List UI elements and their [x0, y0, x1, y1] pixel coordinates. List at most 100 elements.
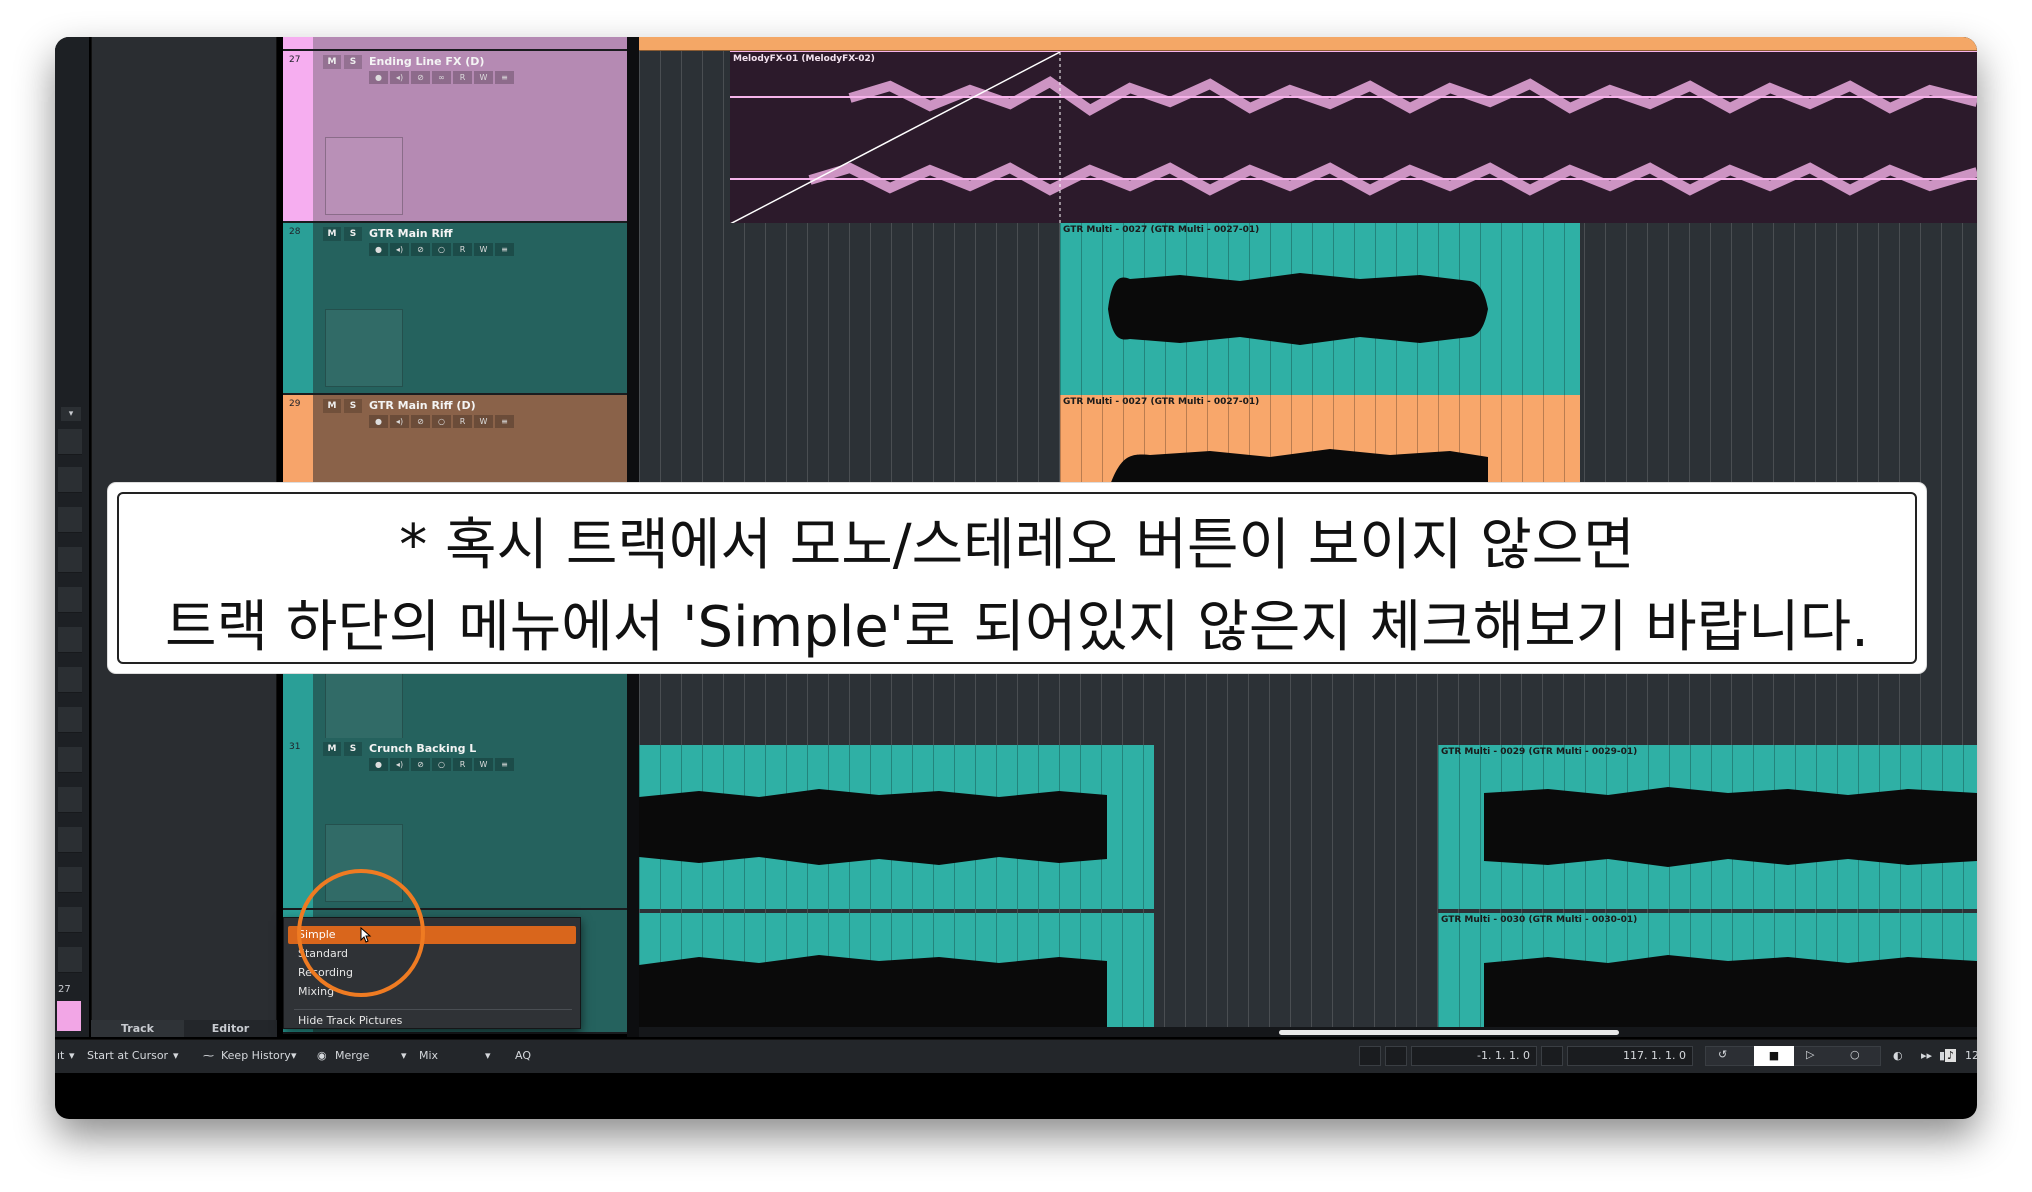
timebase-icon[interactable]: ⊘	[411, 71, 430, 84]
track-picture[interactable]	[325, 309, 403, 387]
right-locator-icon[interactable]	[1541, 1046, 1563, 1066]
write-button[interactable]: W	[474, 758, 493, 771]
strip-slot[interactable]	[58, 947, 82, 973]
chevron-down-icon[interactable]: ▾	[485, 1049, 491, 1062]
solo-button[interactable]: S	[344, 227, 362, 241]
cycle-icon[interactable]: ↺	[1718, 1048, 1727, 1061]
strip-slot[interactable]	[58, 627, 82, 653]
strip-slot[interactable]	[58, 667, 82, 693]
left-locator-field[interactable]: -1. 1. 1. 0	[1411, 1046, 1537, 1066]
track-name[interactable]: GTR Main Riff (D)	[369, 399, 476, 412]
menu-item-hide-track-pictures[interactable]: Hide Track Pictures	[298, 1012, 402, 1030]
track-picture[interactable]	[325, 137, 403, 215]
chevron-down-icon[interactable]: ▾	[291, 1049, 297, 1062]
mute-button[interactable]: M	[323, 227, 341, 241]
strip-slot[interactable]	[58, 707, 82, 733]
punch-icon[interactable]: ◐	[1893, 1049, 1903, 1062]
aq-button[interactable]: AQ	[515, 1049, 531, 1062]
mute-button[interactable]: M	[323, 742, 341, 756]
read-button[interactable]: R	[453, 415, 472, 428]
tab-editor[interactable]: Editor	[184, 1020, 277, 1037]
track-name[interactable]: Ending Line FX (D)	[369, 55, 484, 68]
solo-button[interactable]: S	[344, 399, 362, 413]
waveform	[730, 52, 1977, 223]
record-enable-icon[interactable]: ●	[369, 758, 388, 771]
solo-button[interactable]: S	[344, 55, 362, 69]
chevron-down-icon[interactable]: ▾	[401, 1049, 407, 1062]
write-button[interactable]: W	[474, 415, 493, 428]
strip-slot[interactable]	[58, 429, 82, 455]
write-button[interactable]: W	[474, 243, 493, 256]
edit-icon[interactable]: ≡	[495, 71, 514, 84]
read-button[interactable]: R	[453, 71, 472, 84]
horizontal-scrollbar[interactable]	[639, 1027, 1977, 1037]
clip-partial-top[interactable]	[639, 37, 1977, 51]
chevron-down-icon[interactable]: ▾	[61, 407, 81, 421]
audio-clip[interactable]: MelodyFX-01 (MelodyFX-02)	[730, 51, 1977, 223]
track-picture[interactable]	[325, 672, 403, 740]
chevron-down-icon[interactable]: ▾	[173, 1049, 179, 1062]
record-enable-icon[interactable]: ●	[369, 71, 388, 84]
track-header[interactable]: 27 MS Ending Line FX (D) ● ◂) ⊘ ∞ R W ≡	[283, 51, 627, 223]
record-icon[interactable]: ○	[1850, 1048, 1860, 1061]
solo-button[interactable]: S	[344, 742, 362, 756]
play-icon[interactable]: ▷	[1806, 1048, 1814, 1061]
timebase-icon[interactable]: ⊘	[411, 415, 430, 428]
audio-clip[interactable]: GTR Multi - 0027 (GTR Multi - 0027-01)	[1060, 223, 1580, 395]
track-color-bar	[283, 51, 313, 221]
chevron-down-icon[interactable]: ▾	[69, 1049, 75, 1062]
timebase-icon[interactable]: ⊘	[411, 243, 430, 256]
mix-mode[interactable]: Mix	[419, 1049, 438, 1062]
monitor-icon[interactable]: ◂)	[390, 71, 409, 84]
strip-slot[interactable]	[58, 907, 82, 933]
strip-slot[interactable]	[58, 587, 82, 613]
track-name[interactable]: Crunch Backing L	[369, 742, 476, 755]
track-color-bar	[283, 37, 313, 49]
left-locator-icon[interactable]	[1385, 1046, 1407, 1066]
tab-track[interactable]: Track	[91, 1020, 184, 1037]
keep-history[interactable]: Keep History	[221, 1049, 291, 1062]
record-enable-icon[interactable]: ●	[369, 243, 388, 256]
toolbar-fragment[interactable]: ıt	[57, 1049, 64, 1062]
mute-button[interactable]: M	[323, 399, 341, 413]
strip-slot[interactable]	[58, 867, 82, 893]
edit-icon[interactable]: ≡	[495, 758, 514, 771]
strip-slot[interactable]	[58, 547, 82, 573]
audio-clip[interactable]	[639, 745, 1154, 909]
audio-clip[interactable]: GTR Multi - 0029 (GTR Multi - 0029-01)	[1438, 745, 1977, 909]
right-locator-field[interactable]: 117. 1. 1. 0	[1567, 1046, 1693, 1066]
strip-slot[interactable]	[58, 747, 82, 773]
stereo-icon[interactable]: ∞	[432, 71, 451, 84]
read-button[interactable]: R	[453, 243, 472, 256]
menu-separator	[294, 1009, 572, 1010]
monitor-icon[interactable]: ◂)	[390, 758, 409, 771]
strip-slot[interactable]	[58, 467, 82, 493]
edit-icon[interactable]: ≡	[495, 415, 514, 428]
mute-button[interactable]: M	[323, 55, 341, 69]
track-header[interactable]: 28 MS GTR Main Riff ● ◂) ⊘ ○ R W ≡	[283, 223, 627, 395]
monitor-icon[interactable]: ◂)	[390, 243, 409, 256]
clip-name: GTR Multi - 0030 (GTR Multi - 0030-01)	[1441, 915, 1638, 925]
mono-icon[interactable]: ○	[432, 243, 451, 256]
lock-icon[interactable]	[1359, 1046, 1381, 1066]
start-at-cursor[interactable]: Start at Cursor	[87, 1049, 168, 1062]
track-name[interactable]: GTR Main Riff	[369, 227, 453, 240]
metronome-click-icon[interactable]: ▸▸	[1921, 1049, 1932, 1062]
monitor-icon[interactable]: ◂)	[390, 415, 409, 428]
strip-slot[interactable]	[58, 787, 82, 813]
audio-clip[interactable]: GTR Multi - 0030 (GTR Multi - 0030-01)	[1438, 913, 1977, 1027]
mono-icon[interactable]: ○	[432, 415, 451, 428]
audio-clip[interactable]	[639, 913, 1154, 1027]
read-button[interactable]: R	[453, 758, 472, 771]
strip-slot[interactable]	[58, 827, 82, 853]
timebase-icon[interactable]: ⊘	[411, 758, 430, 771]
strip-slot[interactable]	[58, 507, 82, 533]
scrollbar-thumb[interactable]	[1279, 1030, 1619, 1035]
merge-mode[interactable]: Merge	[335, 1049, 369, 1062]
edit-icon[interactable]: ≡	[495, 243, 514, 256]
mono-icon[interactable]: ○	[432, 758, 451, 771]
record-enable-icon[interactable]: ●	[369, 415, 388, 428]
write-button[interactable]: W	[474, 71, 493, 84]
note-icon[interactable]: ♪	[1945, 1049, 1957, 1062]
stop-icon[interactable]: ■	[1754, 1046, 1794, 1066]
